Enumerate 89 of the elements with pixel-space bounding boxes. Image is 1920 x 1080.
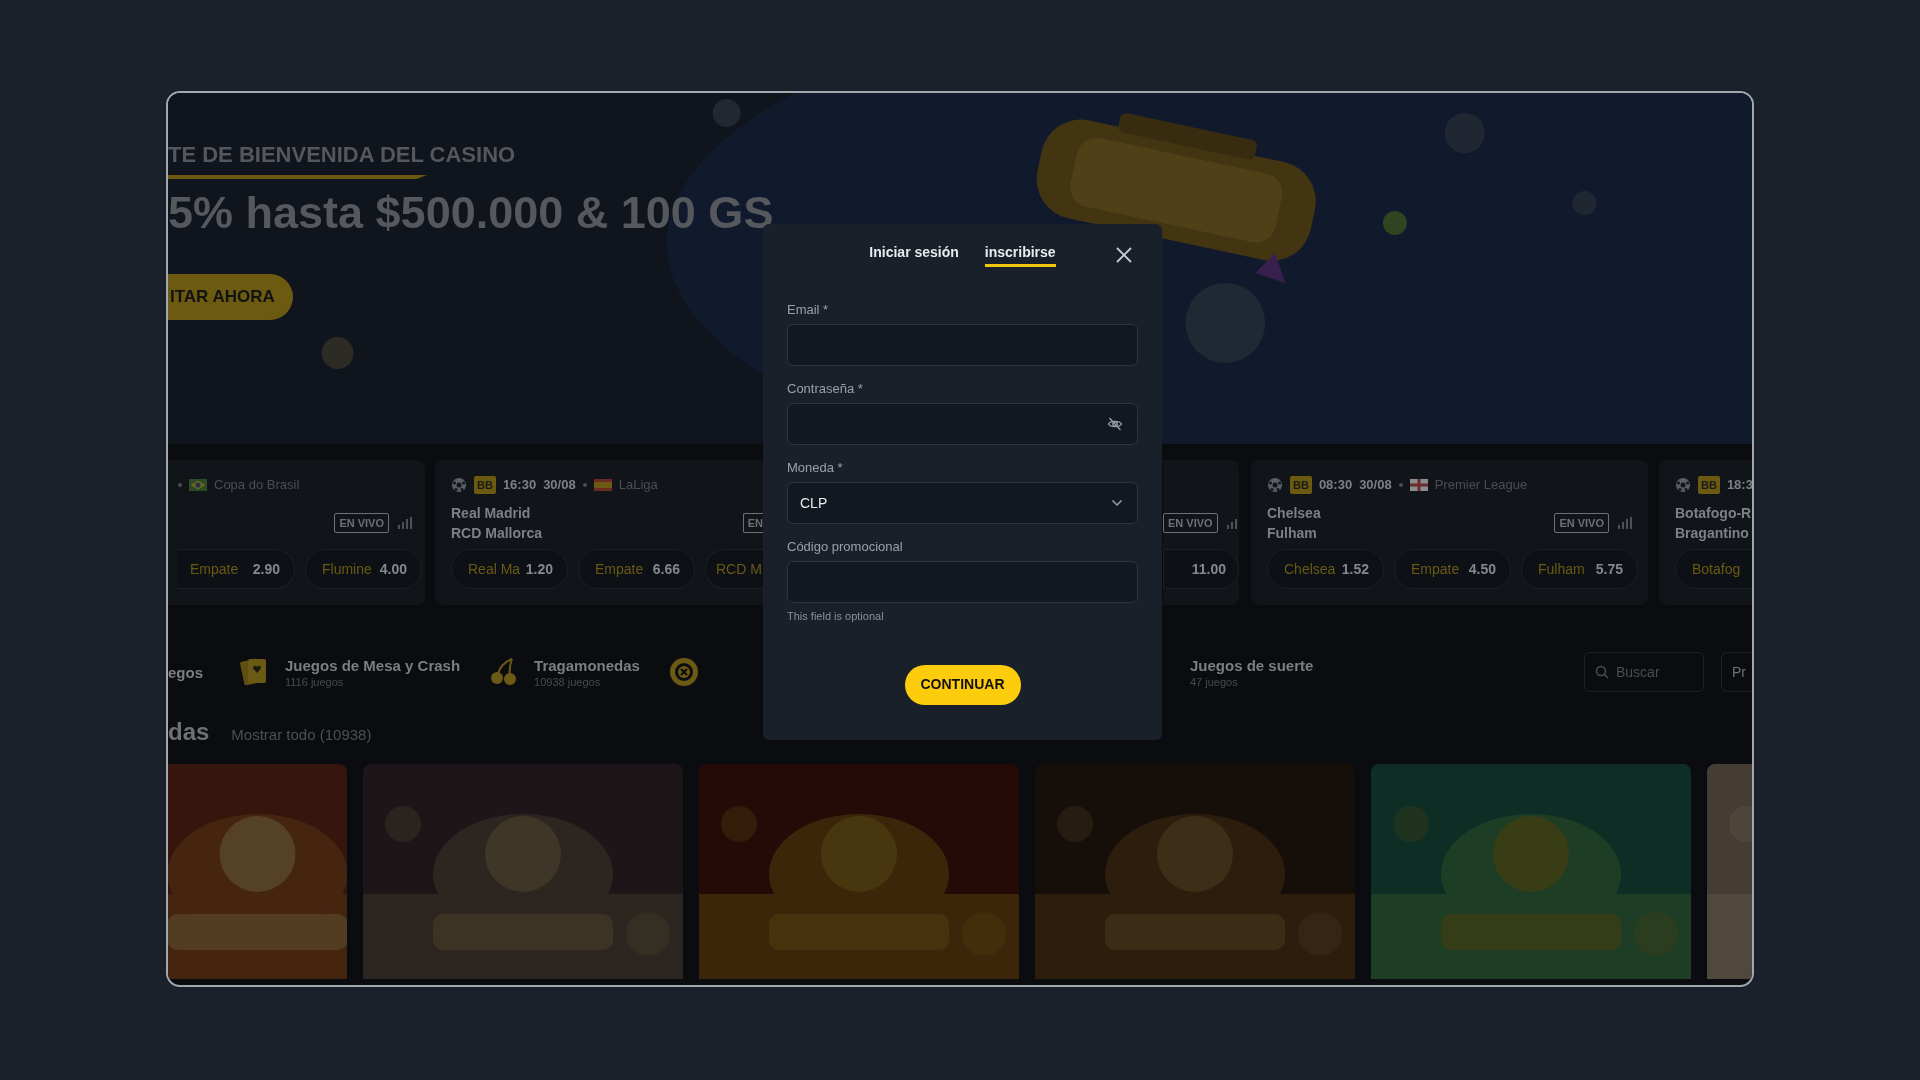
password-field[interactable]: [787, 403, 1138, 445]
signal-icon: [398, 517, 412, 529]
odds-button[interactable]: Fulham 5.75: [1521, 549, 1638, 589]
odds-value: 11.00: [1191, 559, 1226, 579]
odds-label: Flumine: [322, 559, 372, 579]
soccer-ball-icon: [1675, 477, 1691, 493]
team-name: Chelsea: [1267, 504, 1321, 523]
odds-button[interactable]: Chelsea 1.52: [1267, 549, 1384, 589]
league-name: Copa do Brasil: [214, 476, 300, 495]
odds-label: Fulham: [1538, 559, 1585, 579]
odds-value: 1.52: [1341, 559, 1369, 579]
odds-button[interactable]: RCD M: [705, 549, 763, 589]
chip-icon[interactable]: [667, 656, 700, 688]
continue-button[interactable]: CONTINUAR: [904, 664, 1021, 705]
game-count: 10938 juegos: [534, 674, 602, 689]
odds-button[interactable]: Real Ma 1.20: [451, 549, 568, 589]
flag-icon: [1409, 479, 1428, 491]
tab[interactable]: inscribirse: [984, 242, 1056, 267]
sport-tag: BB: [1290, 475, 1312, 495]
match-date: 30/08: [1359, 476, 1392, 495]
odds-value: 5.75: [1595, 559, 1623, 579]
promo-eyebrow: TE DE BIENVENIDA DEL CASINO: [168, 141, 516, 169]
odds-value: 4.00: [379, 559, 407, 579]
live-badge: EN VIVO: [334, 512, 389, 534]
soccer-ball-icon: [1267, 477, 1283, 493]
live-badge: EN VIVO: [1554, 512, 1609, 534]
odds-button[interactable]: Empate 4.50: [1394, 549, 1511, 589]
flag-icon: [189, 479, 207, 491]
signal-icon: [1226, 517, 1239, 529]
team-name: Bragantino: [1675, 524, 1750, 543]
chevron-down-icon: [1111, 499, 1123, 507]
match-date: 30/08: [543, 476, 576, 495]
input-field[interactable]: [787, 324, 1138, 366]
odds-label: Real Ma: [468, 559, 521, 579]
odds-value: 4.50: [1468, 559, 1496, 579]
category-link[interactable]: Tragamonedas: [534, 655, 640, 675]
team-name: Fulham: [1267, 524, 1318, 543]
close-icon: [1115, 245, 1133, 264]
currency-select[interactable]: CLP: [787, 482, 1138, 524]
odds-label: Empate: [595, 559, 644, 579]
match-time: 08:30: [1318, 476, 1353, 495]
odds-button[interactable]: Empate 2.90: [178, 549, 295, 589]
live-badge: EN VIVO: [1163, 512, 1218, 534]
league-name: Premier League: [1434, 476, 1528, 495]
section-title: das: [168, 717, 210, 747]
separator-dot: [582, 483, 587, 487]
odds-label: Empate: [1411, 559, 1460, 579]
category-link[interactable]: Juegos de suerte: [1189, 655, 1314, 675]
separator-dot: [178, 483, 182, 487]
field-label: Moneda *: [787, 459, 844, 477]
category-link[interactable]: egos: [168, 662, 203, 682]
tab[interactable]: Iniciar sesión: [869, 242, 959, 267]
odds-button[interactable]: Empate 6.66: [578, 549, 695, 589]
eye-slash-icon[interactable]: [1107, 416, 1123, 432]
category-link[interactable]: Juegos de Mesa y Crash: [285, 655, 461, 675]
odds-button[interactable]: 11.00: [1163, 549, 1239, 589]
sport-tag: BB: [1698, 475, 1720, 495]
soccer-ball-icon: [451, 477, 467, 493]
flag-icon: [593, 479, 612, 491]
separator-dot: [1398, 483, 1403, 487]
odds-value: 6.66: [652, 559, 680, 579]
team-name: RCD Mallorca: [451, 524, 543, 543]
odds-label: RCD M: [716, 559, 762, 579]
odds-value: 1.20: [525, 559, 553, 579]
field-label: Código promocional: [787, 538, 904, 556]
match-time: 18:3: [1726, 476, 1752, 495]
odds-button[interactable]: Botafog: [1675, 549, 1752, 589]
claim-button[interactable]: ITAR AHORA: [168, 274, 293, 320]
odds-label: Botafog: [1692, 559, 1741, 579]
search-field[interactable]: Buscar: [1584, 652, 1704, 692]
game-count: 47 juegos: [1189, 674, 1239, 689]
odds-button[interactable]: Flumine 4.00: [305, 549, 422, 589]
team-name: Botafogo-R: [1675, 504, 1752, 523]
signal-icon: [1618, 517, 1632, 529]
sport-tag: BB: [474, 475, 496, 495]
odds-value: 2.90: [252, 559, 280, 579]
filter-button[interactable]: Pr: [1721, 652, 1752, 692]
search-icon: [1595, 665, 1609, 679]
team-name: Real Madrid: [451, 504, 532, 523]
hint-text: This field is optional: [787, 609, 885, 624]
field-label: Contraseña *: [787, 380, 864, 398]
match-time: 16:30: [502, 476, 537, 495]
league-name: LaLiga: [618, 476, 658, 495]
promo-headline: 5% hasta $500.000 & 100 GS: [168, 186, 774, 240]
game-count: 1116 juegos: [285, 674, 345, 689]
field-label: Email *: [787, 301, 830, 319]
input-field[interactable]: [787, 561, 1138, 603]
odds-label: Chelsea: [1284, 559, 1336, 579]
odds-label: Empate: [190, 559, 239, 579]
